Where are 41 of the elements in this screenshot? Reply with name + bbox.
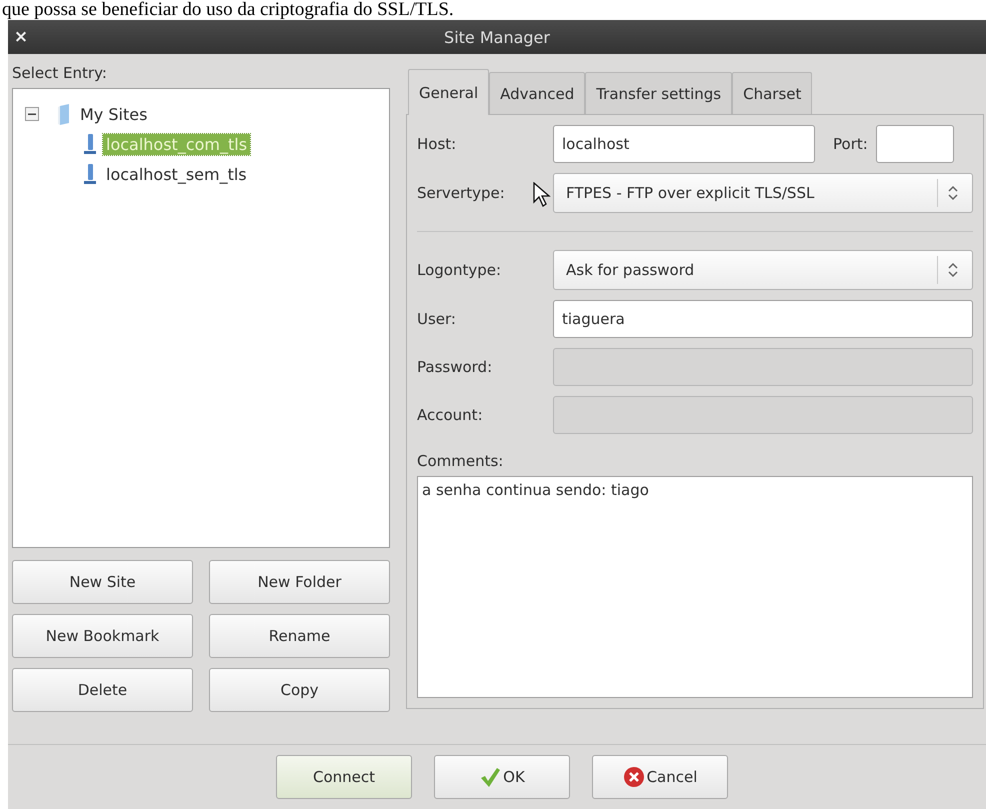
- tab[interactable]: Transfer settings: [585, 72, 732, 114]
- site-button[interactable]: Rename: [209, 614, 390, 658]
- port-field[interactable]: [876, 125, 954, 163]
- site-button[interactable]: New Folder: [209, 560, 390, 604]
- tree-item[interactable]: My Sites: [77, 104, 150, 124]
- cancel-button[interactable]: Cancel: [592, 755, 728, 799]
- field-label: Host:: [417, 135, 458, 153]
- site-button[interactable]: New Bookmark: [12, 614, 193, 658]
- close-button[interactable]: ×: [8, 27, 34, 47]
- server-icon: [83, 133, 97, 155]
- caption-text: que possa se beneficiar do uso da criptografia do SSL/TLS.: [1, 0, 455, 20]
- tab[interactable]: Charset: [732, 72, 812, 114]
- site-button[interactable]: Copy: [209, 668, 390, 712]
- select-entry-label: Select Entry:: [12, 64, 108, 82]
- site-button[interactable]: New Site: [12, 560, 193, 604]
- connect-button[interactable]: Connect: [276, 755, 412, 799]
- input-field[interactable]: tiaguera: [553, 300, 973, 338]
- tab[interactable]: Advanced: [489, 72, 586, 114]
- spinner-icon: [948, 262, 958, 278]
- checkmark-icon: [479, 766, 502, 788]
- comments-field[interactable]: a senha continua sendo: tiago: [417, 476, 973, 698]
- cursor-icon: [532, 182, 552, 208]
- cancel-icon: [622, 766, 645, 788]
- field-label: User:: [417, 310, 457, 328]
- collapse-icon[interactable]: [25, 107, 39, 121]
- spinner-icon: [948, 185, 958, 201]
- site-button[interactable]: Delete: [12, 668, 193, 712]
- tab[interactable]: General: [408, 69, 490, 115]
- dropdown[interactable]: Ask for password: [553, 250, 973, 290]
- tree-item[interactable]: localhost_sem_tls: [103, 164, 250, 184]
- field-label: Account:: [417, 406, 484, 424]
- field-label: Password:: [417, 358, 494, 376]
- field-label: Logontype:: [417, 261, 502, 279]
- server-icon: [83, 163, 97, 185]
- window-title: Site Manager: [443, 28, 551, 46]
- field-label: Port:: [833, 135, 868, 153]
- field-label: Servertype:: [417, 184, 506, 202]
- host-field[interactable]: localhost: [553, 125, 815, 163]
- ok-button[interactable]: OK: [434, 755, 570, 799]
- field-label: Comments:: [417, 452, 504, 470]
- bookmark-icon: [57, 103, 71, 125]
